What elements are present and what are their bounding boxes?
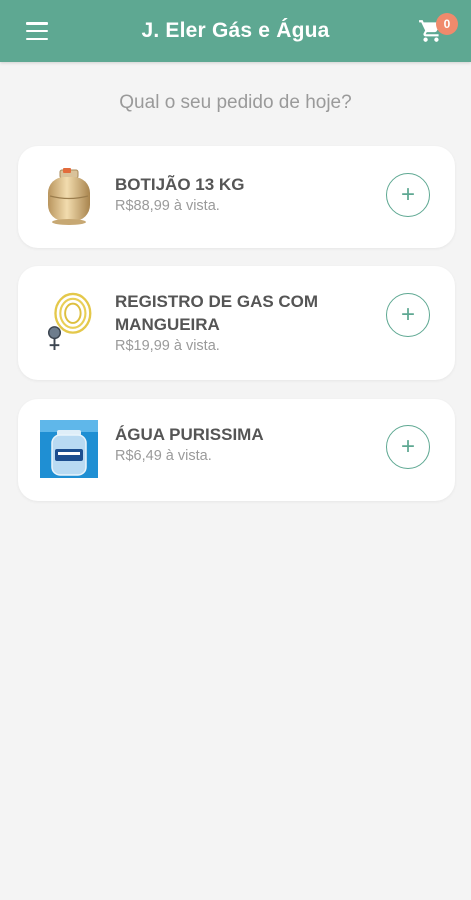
- product-card-agua[interactable]: ÁGUA PURISSIMA R$6,49 à vista. +: [18, 399, 455, 501]
- product-name: BOTIJÃO 13 KG: [115, 175, 245, 194]
- water-gallon-image: [40, 420, 98, 478]
- add-to-cart-button[interactable]: +: [386, 173, 430, 217]
- product-name: REGISTRO DE GAS COM MANGUEIRA: [115, 292, 319, 334]
- add-to-cart-button[interactable]: +: [386, 425, 430, 469]
- product-name: ÁGUA PURISSIMA: [115, 425, 264, 444]
- gas-regulator-hose-image: [40, 288, 98, 354]
- product-card-botijao[interactable]: BOTIJÃO 13 KG R$88,99 à vista. +: [18, 146, 455, 248]
- cart-button[interactable]: 0: [418, 13, 458, 46]
- gas-cylinder-image: [40, 168, 98, 226]
- app-title: J. Eler Gás e Água: [141, 19, 330, 42]
- product-price: R$88,99 à vista.: [115, 198, 220, 214]
- app-bar: J. Eler Gás e Água 0: [0, 0, 471, 62]
- hamburger-menu-icon[interactable]: [26, 22, 48, 40]
- add-to-cart-button[interactable]: +: [386, 293, 430, 337]
- product-card-registro[interactable]: REGISTRO DE GAS COM MANGUEIRA R$19,99 à …: [18, 266, 455, 380]
- product-price: R$6,49 à vista.: [115, 448, 212, 464]
- page-subtitle: Qual o seu pedido de hoje?: [119, 92, 352, 113]
- product-price: R$19,99 à vista.: [115, 338, 220, 354]
- cart-count-badge: 0: [436, 13, 458, 35]
